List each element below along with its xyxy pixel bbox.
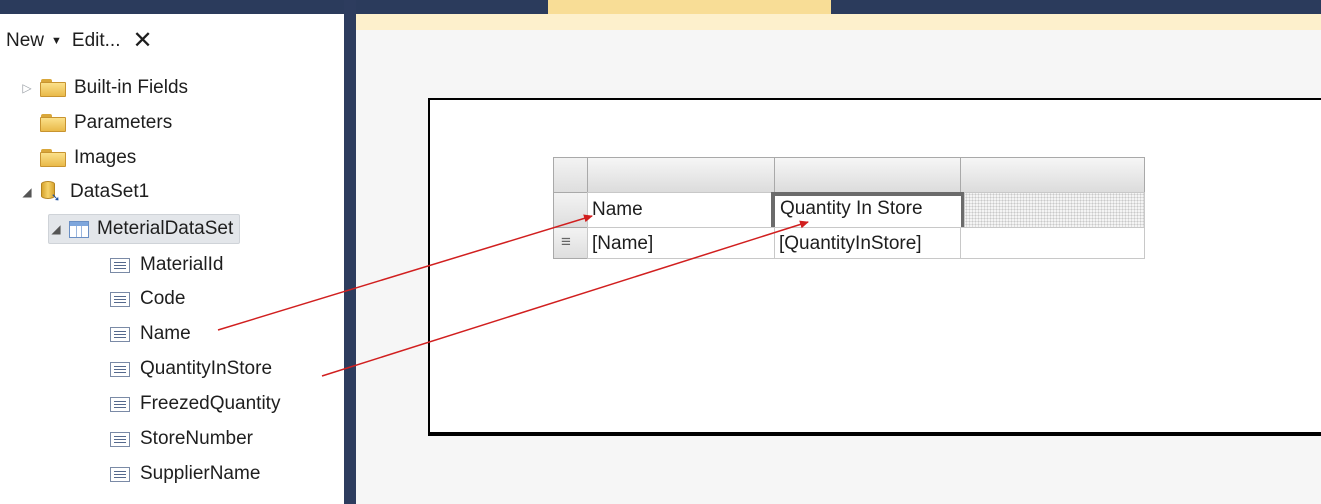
tree-item-dataset1[interactable]: ◢ ➘ DataSet1 bbox=[20, 177, 149, 207]
tablix-cell-detail-name[interactable]: [Name] bbox=[587, 227, 775, 259]
field-icon bbox=[110, 326, 130, 342]
field-label: Name bbox=[140, 323, 191, 344]
row-handle-header[interactable] bbox=[553, 192, 588, 228]
tree-item-images[interactable]: Images bbox=[40, 143, 136, 173]
field-icon bbox=[110, 361, 130, 377]
column-handle-1[interactable] bbox=[587, 157, 775, 193]
tab-active-report-design[interactable] bbox=[548, 0, 831, 14]
field-label: MaterialId bbox=[140, 254, 224, 275]
data-source-icon: ➘ bbox=[40, 180, 62, 204]
report-body[interactable] bbox=[428, 98, 1321, 436]
tree-item-label: DataSet1 bbox=[70, 181, 150, 202]
details-group-icon: ≡ bbox=[561, 232, 571, 251]
report-data-panel: New ▼ Edit... ✕ ▷ Built-in Fields Parame… bbox=[0, 0, 344, 504]
tablix-cell-header-quantity[interactable]: Quantity In Store bbox=[771, 192, 965, 231]
folder-icon bbox=[40, 114, 66, 132]
delete-icon[interactable]: ✕ bbox=[132, 29, 152, 53]
tablix-cell-detail-empty[interactable] bbox=[960, 227, 1145, 259]
field-label: StoreNumber bbox=[140, 428, 253, 449]
tree-item-label: MeterialDataSet bbox=[97, 218, 234, 239]
field-icon bbox=[110, 466, 130, 482]
folder-icon bbox=[40, 79, 66, 97]
field-label: SupplierName bbox=[140, 463, 261, 484]
field-item-code[interactable]: Code bbox=[110, 284, 185, 314]
collapse-arrow-icon[interactable]: ◢ bbox=[20, 185, 34, 199]
panel-title-strip bbox=[0, 0, 344, 14]
new-label: New bbox=[6, 30, 45, 51]
field-item-suppliername[interactable]: SupplierName bbox=[110, 459, 260, 489]
field-icon bbox=[110, 396, 130, 412]
column-handle-2[interactable] bbox=[774, 157, 961, 193]
field-item-quantityinstore[interactable]: QuantityInStore bbox=[110, 354, 272, 384]
field-label: QuantityInStore bbox=[140, 358, 273, 379]
tree-item-parameters[interactable]: Parameters bbox=[40, 108, 172, 138]
document-tab-strip bbox=[356, 0, 1321, 14]
cell-text: Quantity In Store bbox=[780, 198, 923, 219]
expand-arrow-icon[interactable]: ▷ bbox=[20, 81, 34, 95]
field-label: FreezedQuantity bbox=[140, 393, 281, 414]
tree-item-builtin-fields[interactable]: ▷ Built-in Fields bbox=[20, 73, 188, 103]
tablix-cell-detail-quantity[interactable]: [QuantityInStore] bbox=[774, 227, 961, 259]
field-label: Code bbox=[140, 288, 186, 309]
field-item-name[interactable]: Name bbox=[110, 319, 191, 349]
tablix-cell-header-name[interactable]: Name bbox=[587, 192, 775, 228]
field-item-materialid[interactable]: MaterialId bbox=[110, 250, 223, 280]
tablix-corner-handle[interactable] bbox=[553, 157, 588, 193]
field-icon bbox=[110, 431, 130, 447]
tree-item-label: Parameters bbox=[74, 112, 173, 133]
field-icon bbox=[110, 257, 130, 273]
tree-item-meterialdataset[interactable]: ◢ MeterialDataSet bbox=[48, 214, 241, 244]
cell-text: [Name] bbox=[592, 233, 654, 254]
tab-document-3[interactable] bbox=[836, 0, 1066, 14]
tree-item-label: Built-in Fields bbox=[74, 77, 189, 98]
row-handle-detail[interactable]: ≡ bbox=[553, 227, 588, 259]
collapse-arrow-icon[interactable]: ◢ bbox=[49, 222, 63, 236]
tree-item-label: Images bbox=[74, 147, 137, 168]
field-item-freezedquantity[interactable]: FreezedQuantity bbox=[110, 389, 280, 419]
panel-splitter[interactable] bbox=[344, 0, 356, 504]
tab-document-4[interactable] bbox=[1098, 0, 1321, 14]
edit-button[interactable]: Edit... bbox=[72, 30, 121, 52]
chevron-down-icon: ▼ bbox=[51, 35, 62, 47]
new-button[interactable]: New ▼ bbox=[6, 30, 62, 52]
field-icon bbox=[110, 291, 130, 307]
folder-icon bbox=[40, 149, 66, 167]
design-surface-edge bbox=[356, 14, 1321, 30]
tablix-cell-header-empty[interactable] bbox=[964, 192, 1145, 228]
tab-document-1[interactable] bbox=[368, 0, 518, 14]
dataset-table-icon bbox=[69, 220, 89, 238]
field-item-storenumber[interactable]: StoreNumber bbox=[110, 424, 253, 454]
cell-text: Name bbox=[592, 199, 643, 220]
report-data-toolbar: New ▼ Edit... ✕ bbox=[6, 28, 153, 54]
edit-label: Edit... bbox=[71, 30, 121, 51]
column-handle-3[interactable] bbox=[960, 157, 1145, 193]
cell-text: [QuantityInStore] bbox=[779, 233, 922, 254]
